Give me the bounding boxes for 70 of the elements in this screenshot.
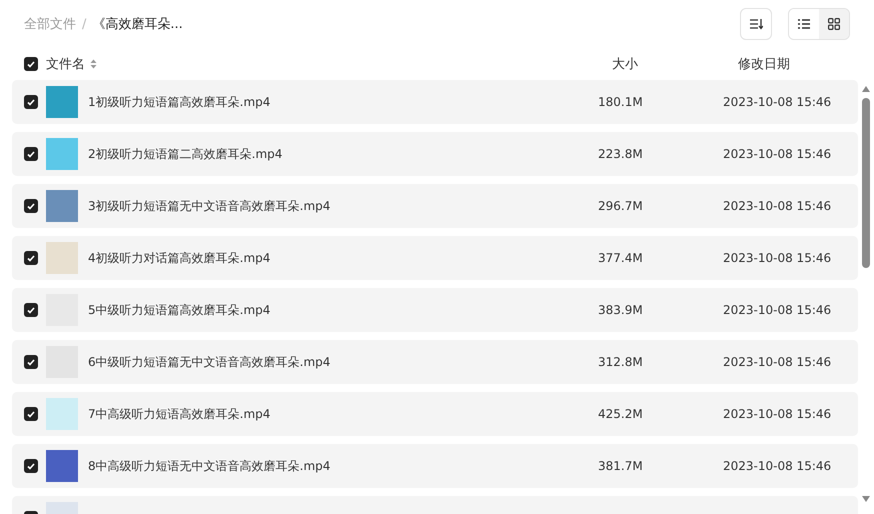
file-row[interactable]: 3初级听力短语篇无中文语音高效磨耳朵.mp4 296.7M 2023-10-08 15:46	[12, 184, 858, 228]
row-checkbox[interactable]	[24, 303, 38, 317]
file-row[interactable]: 6中级听力短语篇无中文语音高效磨耳朵.mp4 312.8M 2023-10-08 15:46	[12, 340, 858, 384]
modified-date: 2023-10-08 15:46	[723, 459, 832, 473]
scroll-up-icon[interactable]	[862, 86, 870, 92]
file-size: 223.8M	[598, 147, 644, 161]
modified-date: 2023-10-08 15:46	[723, 355, 832, 369]
row-checkbox[interactable]	[24, 251, 38, 265]
modified-date: 2023-10-08 15:46	[723, 147, 832, 161]
video-thumbnail-placeholder	[46, 86, 78, 118]
file-row[interactable]: 7中高级听力短语高效磨耳朵.mp4 425.2M 2023-10-08 15:46	[12, 392, 858, 436]
file-row[interactable]: 2初级听力短语篇二高效磨耳朵.mp4 223.8M 2023-10-08 15:46	[12, 132, 858, 176]
breadcrumb-item: 《高效磨耳朵...	[92, 16, 183, 33]
breadcrumb-separator: /	[82, 16, 86, 32]
file-name[interactable]: 7中高级听力短语高效磨耳朵.mp4	[88, 406, 598, 422]
sort-arrows-icon[interactable]	[90, 59, 97, 69]
check-icon	[27, 98, 35, 106]
column-header[interactable]: 大小	[612, 55, 638, 73]
check-icon	[27, 60, 35, 68]
file-row[interactable]: 1初级听力短语篇高效磨耳朵.mp4 180.1M 2023-10-08 15:46	[12, 80, 858, 124]
column-header[interactable]: 文件名	[46, 55, 97, 73]
grid-view-button[interactable]	[819, 9, 849, 39]
file-size: 377.4M	[598, 251, 644, 265]
row-checkbox[interactable]	[24, 95, 38, 109]
modified-date: 2023-10-08 15:46	[723, 251, 832, 265]
file-size: 296.7M	[598, 199, 644, 213]
file-size: 383.9M	[598, 303, 644, 317]
video-thumbnail-placeholder	[46, 450, 78, 482]
file-size: 312.8M	[598, 355, 644, 369]
video-thumbnail-placeholder	[46, 190, 78, 222]
file-name[interactable]: 5中级听力短语篇高效磨耳朵.mp4	[88, 302, 598, 318]
video-thumbnail-placeholder	[46, 138, 78, 170]
file-row[interactable]: 8中高级听力短语无中文语音高效磨耳朵.mp4 381.7M 2023-10-08 15:46	[12, 444, 858, 488]
check-icon	[27, 254, 35, 262]
modified-date: 2023-10-08 15:46	[723, 303, 832, 317]
row-checkbox[interactable]	[24, 199, 38, 213]
file-row[interactable]: 4初级听力对话篇高效磨耳朵.mp4 377.4M 2023-10-08 15:46	[12, 236, 858, 280]
select-all-checkbox[interactable]	[24, 57, 38, 71]
file-name[interactable]: 8中高级听力短语无中文语音高效磨耳朵.mp4	[88, 458, 598, 474]
video-thumbnail-placeholder	[46, 242, 78, 274]
check-icon	[27, 358, 35, 366]
row-checkbox[interactable]	[24, 147, 38, 161]
row-checkbox[interactable]	[24, 407, 38, 421]
row-checkbox[interactable]	[24, 355, 38, 369]
file-name[interactable]: 1初级听力短语篇高效磨耳朵.mp4	[88, 94, 598, 110]
modified-date: 2023-10-08 15:46	[723, 95, 832, 109]
grid-icon	[828, 18, 840, 30]
sort-button[interactable]	[740, 8, 772, 40]
video-thumbnail-placeholder	[46, 398, 78, 430]
check-icon	[27, 462, 35, 470]
modified-date: 2023-10-08 15:46	[723, 407, 832, 421]
file-name[interactable]: 3初级听力短语篇无中文语音高效磨耳朵.mp4	[88, 198, 598, 214]
sort-icon	[749, 18, 763, 30]
check-icon	[27, 202, 35, 210]
modified-date: 2023-10-08 15:46	[723, 199, 832, 213]
file-size: 425.2M	[598, 407, 644, 421]
check-icon	[27, 150, 35, 158]
file-size: 180.1M	[598, 95, 644, 109]
file-name[interactable]: 6中级听力短语篇无中文语音高效磨耳朵.mp4	[88, 354, 598, 370]
check-icon	[27, 410, 35, 418]
file-size: 381.7M	[598, 459, 644, 473]
file-name[interactable]: 2初级听力短语篇二高效磨耳朵.mp4	[88, 146, 598, 162]
row-checkbox[interactable]	[24, 459, 38, 473]
column-header[interactable]: 修改日期	[738, 55, 790, 73]
file-row[interactable]: 5中级听力短语篇高效磨耳朵.mp4 383.9M 2023-10-08 15:46	[12, 288, 858, 332]
file-name[interactable]: 4初级听力对话篇高效磨耳朵.mp4	[88, 250, 598, 266]
scrollbar-thumb[interactable]	[862, 98, 870, 268]
scroll-down-icon[interactable]	[862, 496, 870, 502]
list-icon	[798, 19, 810, 29]
check-icon	[27, 306, 35, 314]
